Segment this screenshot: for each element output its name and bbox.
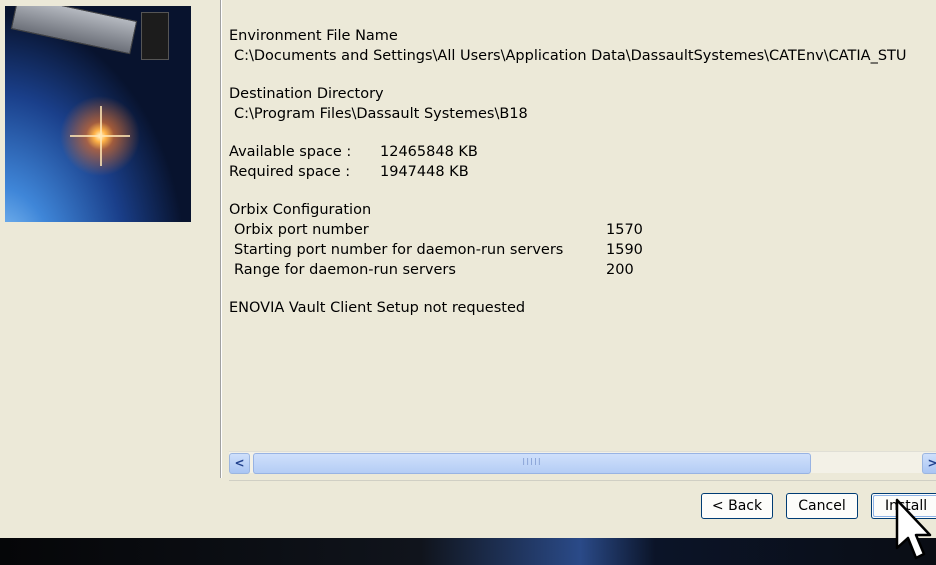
vault-note: ENOVIA Vault Client Setup not requested <box>229 300 526 316</box>
keyboard-graphic <box>10 6 138 55</box>
available-space-value: 12465848 KB <box>380 144 478 160</box>
button-separator <box>229 480 936 481</box>
required-space-value: 1947448 KB <box>380 164 469 180</box>
device-graphic <box>141 12 169 60</box>
setup-dialog: Environment File Name C:\Documents and S… <box>0 0 936 538</box>
installation-summary: Environment File Name C:\Documents and S… <box>229 26 936 446</box>
env-file-path: C:\Documents and Settings\All Users\Appl… <box>234 48 907 64</box>
orbix-heading: Orbix Configuration <box>229 202 372 218</box>
env-file-heading: Environment File Name <box>229 28 398 44</box>
setup-banner-image <box>5 6 191 222</box>
orbix-row: Orbix port number 1570 <box>229 220 936 240</box>
scroll-thumb[interactable]: IIIII <box>253 453 811 474</box>
back-button[interactable]: < Back <box>701 493 773 519</box>
orbix-row-value: 1590 <box>606 242 643 258</box>
available-space-label: Available space : <box>229 144 352 160</box>
dest-dir-path: C:\Program Files\Dassault Systemes\B18 <box>234 106 528 122</box>
dest-dir-heading: Destination Directory <box>229 86 384 102</box>
panel-divider <box>220 0 222 478</box>
orbix-row-label: Starting port number for daemon-run serv… <box>234 242 564 258</box>
required-space-row: Required space : 1947448 KB <box>229 162 936 182</box>
orbix-row-label: Orbix port number <box>234 222 369 238</box>
available-space-row: Available space : 12465848 KB <box>229 142 936 162</box>
required-space-label: Required space : <box>229 164 351 180</box>
horizontal-scrollbar[interactable]: < IIIII > <box>229 451 936 474</box>
cancel-button[interactable]: Cancel <box>786 493 858 519</box>
scroll-right-button[interactable]: > <box>922 453 936 474</box>
orbix-row-value: 1570 <box>606 222 643 238</box>
star-flare-horizontal <box>70 135 130 137</box>
orbix-row: Starting port number for daemon-run serv… <box>229 240 936 260</box>
orbix-row: Range for daemon-run servers 200 <box>229 260 936 280</box>
scroll-left-button[interactable]: < <box>229 453 250 474</box>
orbix-row-label: Range for daemon-run servers <box>234 262 456 278</box>
pointer-cursor-icon <box>895 498 932 560</box>
orbix-row-value: 200 <box>606 262 634 278</box>
background-strip <box>0 538 936 565</box>
